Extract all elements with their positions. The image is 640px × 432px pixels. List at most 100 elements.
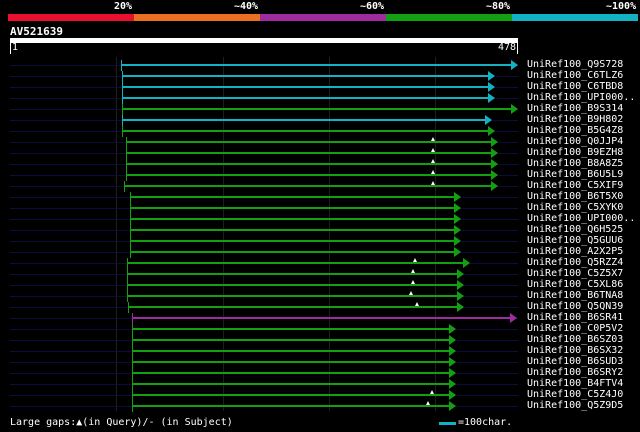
hit-end-arrow-icon <box>449 357 456 367</box>
hit-alignment-bar[interactable] <box>132 361 450 363</box>
hit-name-link[interactable]: UniRef100_B6SZ03 <box>527 334 623 345</box>
hit-alignment-bar[interactable] <box>132 317 511 319</box>
hit-alignment-bar[interactable] <box>127 262 464 264</box>
query-start-label: 1 <box>12 42 19 53</box>
hit-end-arrow-icon <box>454 236 461 246</box>
hit-alignment-bar[interactable] <box>122 119 487 121</box>
hit-name-link[interactable]: UniRef100_C5Z4J0 <box>527 389 623 400</box>
hit-name-link[interactable]: UniRef100_Q0JJP4 <box>527 136 623 147</box>
hit-alignment-bar[interactable] <box>126 152 492 154</box>
hit-name-link[interactable]: UniRef100_C0P5V2 <box>527 323 623 334</box>
hit-name-link[interactable]: UniRef100_B6TNA8 <box>527 290 623 301</box>
hit-alignment-bar[interactable] <box>122 86 489 88</box>
hit-name-link[interactable]: UniRef100_A2X2P5 <box>527 246 623 257</box>
hit-end-arrow-icon <box>491 181 498 191</box>
identity-label-4: ~80% <box>486 1 511 12</box>
hit-alignment-bar[interactable] <box>132 328 450 330</box>
hit-name-link[interactable]: UniRef100_Q6H525 <box>527 224 623 235</box>
hit-alignment-bar[interactable] <box>128 306 458 308</box>
identity-label-3: ~60% <box>360 1 385 12</box>
hit-end-arrow-icon <box>454 247 461 257</box>
hit-name-link[interactable]: UniRef100_B6SUD3 <box>527 356 623 367</box>
hit-alignment-bar[interactable] <box>132 405 450 407</box>
hit-end-arrow-icon <box>449 401 456 411</box>
hit-alignment-bar[interactable] <box>132 394 450 396</box>
hit-name-link[interactable]: UniRef100_B5G4Z8 <box>527 125 623 136</box>
query-gap-marker-icon <box>415 302 419 306</box>
hit-name-link[interactable]: UniRef100_Q5QN39 <box>527 301 623 312</box>
identity-label-5: ~100% <box>606 1 637 12</box>
hit-name-link[interactable]: UniRef100_Q5Z9D5 <box>527 400 623 411</box>
hit-name-link[interactable]: UniRef100_B6SRY2 <box>527 367 623 378</box>
blast-graphic-overview: 20% ~40% ~60% ~80% ~100% AV521639 1 478 UniR… <box>0 0 640 432</box>
hit-name-link[interactable]: UniRef100_C5XYK0 <box>527 202 623 213</box>
hit-name-link[interactable]: UniRef100_C5XL86 <box>527 279 623 290</box>
identity-band-5 <box>512 14 638 21</box>
hit-alignment-bar[interactable] <box>126 163 492 165</box>
hit-name-link[interactable]: UniRef100_Q5RZZ4 <box>527 257 623 268</box>
identity-band-3 <box>260 14 386 21</box>
hit-alignment-bar[interactable] <box>122 130 489 132</box>
hit-end-arrow-icon <box>449 390 456 400</box>
query-gap-marker-icon <box>426 401 430 405</box>
hit-alignment-bar[interactable] <box>127 273 458 275</box>
hit-alignment-bar[interactable] <box>127 295 458 297</box>
hit-alignment-bar[interactable] <box>122 75 489 77</box>
legend-scale-bar <box>439 422 456 425</box>
hit-name-link[interactable]: UniRef100_Q9S728 <box>527 59 623 70</box>
hit-name-link[interactable]: UniRef100_B6SX32 <box>527 345 623 356</box>
hit-alignment-bar[interactable] <box>130 229 455 231</box>
hit-name-link[interactable]: UniRef100_C5XIF9 <box>527 180 623 191</box>
hit-end-arrow-icon <box>454 203 461 213</box>
hit-name-link[interactable]: UniRef100_Q5GUU6 <box>527 235 623 246</box>
query-gap-marker-icon <box>413 258 417 262</box>
hit-name-link[interactable]: UniRef100_B4FTV4 <box>527 378 623 389</box>
hit-end-arrow-icon <box>488 126 495 136</box>
hit-name-link[interactable]: UniRef100_B6SR41 <box>527 312 623 323</box>
hit-end-arrow-icon <box>491 137 498 147</box>
query-gap-marker-icon <box>411 280 415 284</box>
hit-end-arrow-icon <box>510 313 517 323</box>
hit-name-link[interactable]: UniRef100_C6TLZ6 <box>527 70 623 81</box>
hit-end-arrow-icon <box>488 82 495 92</box>
hit-name-link[interactable]: UniRef100_UPI000.. <box>527 92 635 103</box>
hit-name-link[interactable]: UniRef100_C6TBD8 <box>527 81 623 92</box>
hit-end-arrow-icon <box>511 104 518 114</box>
hit-end-arrow-icon <box>491 159 498 169</box>
hit-name-link[interactable]: UniRef100_B6U5L9 <box>527 169 623 180</box>
hit-end-arrow-icon <box>457 269 464 279</box>
hit-name-link[interactable]: UniRef100_C5Z5X7 <box>527 268 623 279</box>
hit-alignment-bar[interactable] <box>132 383 450 385</box>
hit-alignment-bar[interactable] <box>130 251 455 253</box>
hit-alignment-bar[interactable] <box>130 240 455 242</box>
query-gap-marker-icon <box>409 291 413 295</box>
hit-name-link[interactable]: UniRef100_B9S314 <box>527 103 623 114</box>
hit-alignment-bar[interactable] <box>122 108 512 110</box>
hit-row[interactable]: UniRef100_Q5Z9D5 <box>0 400 640 412</box>
hit-end-arrow-icon <box>491 170 498 180</box>
hit-alignment-bar[interactable] <box>121 64 512 66</box>
hit-name-link[interactable]: UniRef100_B9H802 <box>527 114 623 125</box>
hit-alignment-bar[interactable] <box>130 207 455 209</box>
hit-alignment-bar[interactable] <box>132 350 450 352</box>
hit-end-arrow-icon <box>449 346 456 356</box>
hit-end-arrow-icon <box>485 115 492 125</box>
query-start-tick <box>10 42 11 54</box>
hit-name-link[interactable]: UniRef100_B9EZH8 <box>527 147 623 158</box>
hit-name-link[interactable]: UniRef100_UPI000.. <box>527 213 635 224</box>
hit-alignment-bar[interactable] <box>132 372 450 374</box>
hit-end-arrow-icon <box>511 60 518 70</box>
hit-alignment-bar[interactable] <box>132 339 450 341</box>
hit-alignment-bar[interactable] <box>126 174 492 176</box>
hit-end-arrow-icon <box>488 71 495 81</box>
hit-alignment-bar[interactable] <box>126 141 492 143</box>
hit-alignment-bar[interactable] <box>130 218 455 220</box>
hit-alignment-bar[interactable] <box>124 185 492 187</box>
hit-alignment-bar[interactable] <box>127 284 458 286</box>
hit-name-link[interactable]: UniRef100_B8A8Z5 <box>527 158 623 169</box>
identity-band-1 <box>8 14 134 21</box>
hit-name-link[interactable]: UniRef100_B6T5X0 <box>527 191 623 202</box>
hit-alignment-bar[interactable] <box>130 196 455 198</box>
hit-alignment-bar[interactable] <box>122 97 489 99</box>
identity-band-4 <box>386 14 512 21</box>
